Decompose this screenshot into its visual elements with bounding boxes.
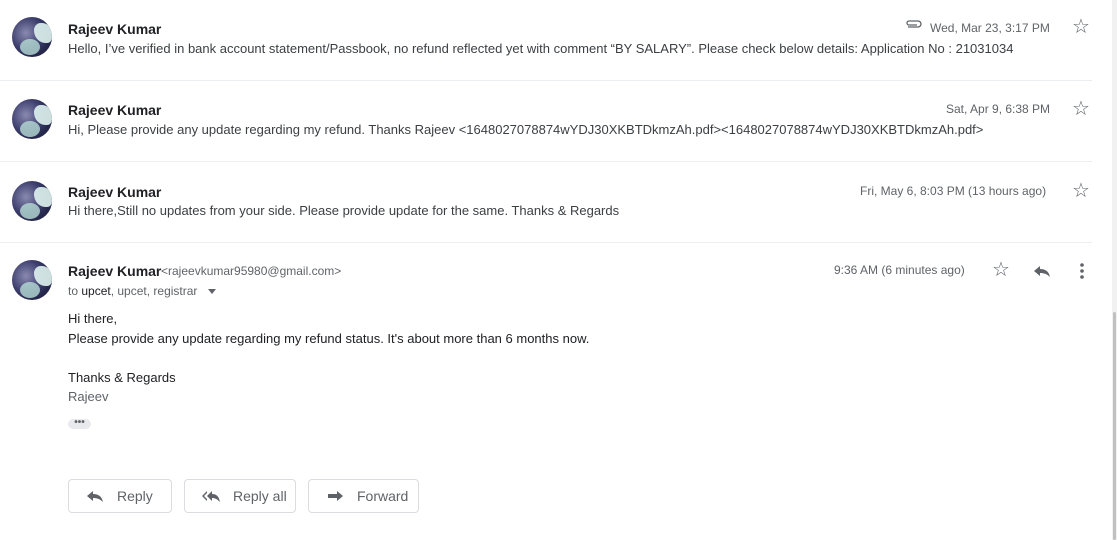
show-details-chevron-down-icon[interactable] <box>208 289 216 294</box>
sender-name: Rajeev Kumar <box>68 21 162 37</box>
expanded-message-date: 9:36 AM (6 minutes ago) <box>834 263 965 277</box>
recipients-rest: , upcet, registrar <box>110 284 198 298</box>
body-greeting: Hi there, <box>68 311 118 326</box>
sender-name: Rajeev Kumar <box>68 102 162 118</box>
to-prefix: to <box>68 284 82 298</box>
reply-all-icon <box>202 491 220 502</box>
sender-email: <rajeevkumar95980@gmail.com> <box>161 264 342 278</box>
avatar <box>12 260 52 300</box>
reply-icon[interactable] <box>1032 263 1052 279</box>
expanded-sender-name[interactable]: Rajeev Kumar <box>68 263 161 279</box>
email-thread: Rajeev Kumar Wed, Mar 23, 3:17 PM ☆ Hell… <box>0 0 1092 243</box>
collapsed-message-2[interactable]: Rajeev Kumar Sat, Apr 9, 6:38 PM ☆ Hi, P… <box>0 81 1092 162</box>
recipient-first: upcet <box>81 284 111 298</box>
star-icon[interactable]: ☆ <box>1072 17 1090 37</box>
body-line-1: Please provide any update regarding my r… <box>68 331 590 346</box>
reply-button[interactable]: Reply <box>68 479 172 513</box>
body-closing: Thanks & Regards <box>68 370 176 385</box>
body-signature: Rajeev <box>68 389 109 404</box>
star-icon[interactable]: ☆ <box>1072 181 1090 201</box>
collapsed-message-3[interactable]: Rajeev Kumar Fri, May 6, 8:03 PM (13 hou… <box>0 162 1092 243</box>
sender-name: Rajeev Kumar <box>68 184 162 200</box>
reply-all-button[interactable]: Reply all <box>184 479 296 513</box>
message-date: Wed, Mar 23, 3:17 PM <box>930 21 1050 35</box>
forward-icon <box>328 491 343 501</box>
reply-all-button-label: Reply all <box>233 488 287 504</box>
message-snippet: Hello, I’ve verified in bank account sta… <box>68 41 1014 56</box>
recipients-line: to upcet, upcet, registrar <box>68 284 197 298</box>
star-icon[interactable]: ☆ <box>992 260 1010 280</box>
avatar <box>12 17 52 57</box>
show-trimmed-content-button[interactable]: ••• <box>68 418 91 429</box>
message-date: Sat, Apr 9, 6:38 PM <box>946 102 1051 116</box>
message-date: Fri, May 6, 8:03 PM (13 hours ago) <box>860 184 1047 198</box>
reply-button-label: Reply <box>117 488 153 504</box>
forward-button-label: Forward <box>357 488 409 504</box>
collapsed-message-1[interactable]: Rajeev Kumar Wed, Mar 23, 3:17 PM ☆ Hell… <box>0 0 1092 81</box>
paperclip-icon <box>906 20 922 28</box>
star-icon[interactable]: ☆ <box>1072 99 1090 119</box>
forward-button[interactable]: Forward <box>308 479 419 513</box>
more-vert-icon[interactable] <box>1076 262 1088 280</box>
reply-icon <box>87 491 103 502</box>
avatar <box>12 99 52 139</box>
message-snippet: Hi there,Still no updates from your side… <box>68 203 620 218</box>
avatar <box>12 181 52 221</box>
message-snippet: Hi, Please provide any update regarding … <box>68 122 984 137</box>
scrollbar-thumb[interactable] <box>1113 312 1116 540</box>
